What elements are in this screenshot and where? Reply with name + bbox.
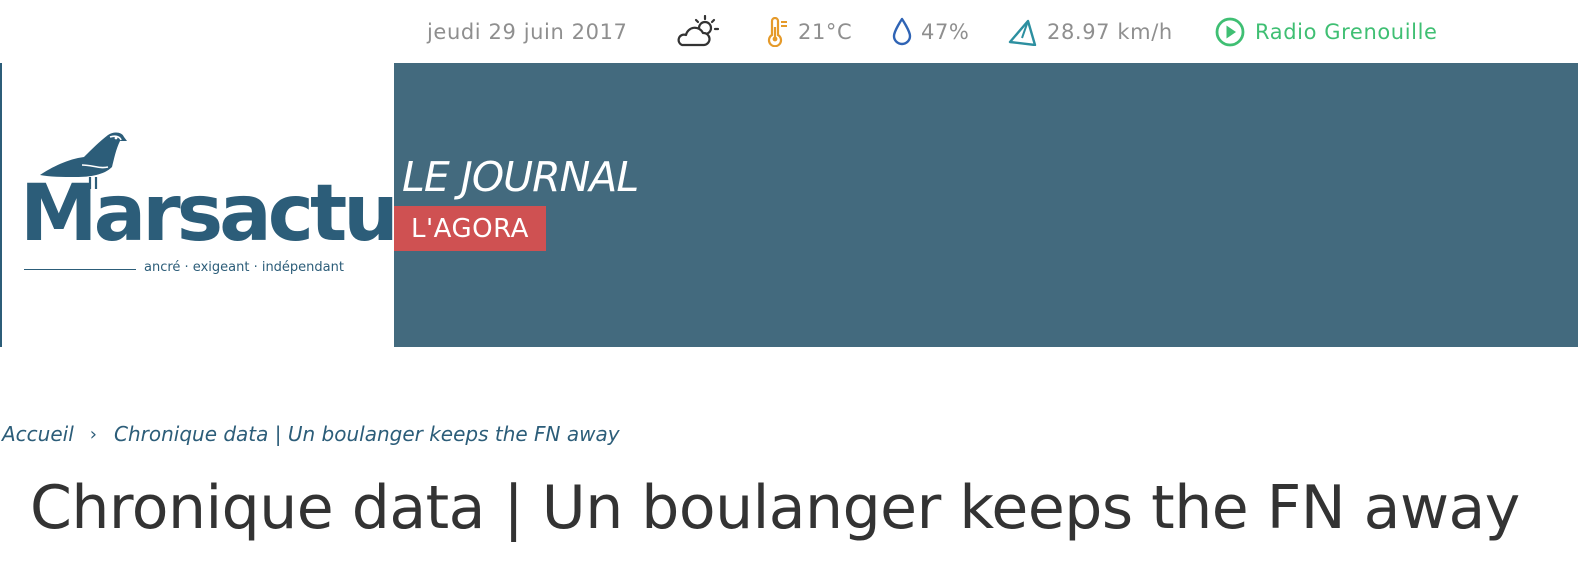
section-banner: LE JOURNAL L'AGORA <box>394 63 1578 347</box>
temperature-widget: 21°C <box>766 0 852 64</box>
top-info-bar: jeudi 29 juin 2017 21°C 47% 28.97 km/h R… <box>0 0 1578 64</box>
droplet-icon <box>891 17 921 47</box>
breadcrumb-separator: › <box>89 423 97 445</box>
current-date: jeudi 29 juin 2017 <box>427 20 628 44</box>
article-title: Chronique data | Un boulanger keeps the … <box>30 473 1520 543</box>
site-logo[interactable]: Marsactu ancré · exigeant · indépendant <box>18 123 399 283</box>
site-header: Marsactu ancré · exigeant · indépendant … <box>0 63 1578 347</box>
banner-title-link[interactable]: LE JOURNAL <box>402 153 639 201</box>
logo-rule <box>24 269 136 270</box>
header-divider <box>0 63 2 347</box>
temperature-value: 21°C <box>798 20 853 44</box>
partly-cloudy-sun-icon <box>676 15 720 49</box>
play-circle-icon <box>1214 16 1255 48</box>
wind-value: 28.97 km/h <box>1047 20 1173 44</box>
logo-wordmark: Marsactu <box>20 169 399 259</box>
radio-link[interactable]: Radio Grenouille <box>1214 0 1438 64</box>
breadcrumb-current-link[interactable]: Chronique data | Un boulanger keeps the … <box>114 422 620 446</box>
section-tag[interactable]: L'AGORA <box>394 206 546 251</box>
weather-widget <box>676 0 720 64</box>
radio-label: Radio Grenouille <box>1255 20 1438 44</box>
humidity-widget: 47% <box>891 0 969 64</box>
thermometer-icon <box>766 17 798 47</box>
wind-widget: 28.97 km/h <box>1008 0 1173 64</box>
humidity-value: 47% <box>921 20 970 44</box>
logo-tagline: ancré · exigeant · indépendant <box>144 260 344 275</box>
breadcrumb-home-link[interactable]: Accueil <box>2 422 74 446</box>
breadcrumb: Accueil › Chronique data | Un boulanger … <box>2 418 620 450</box>
wind-direction-arrow-icon <box>1008 18 1047 46</box>
